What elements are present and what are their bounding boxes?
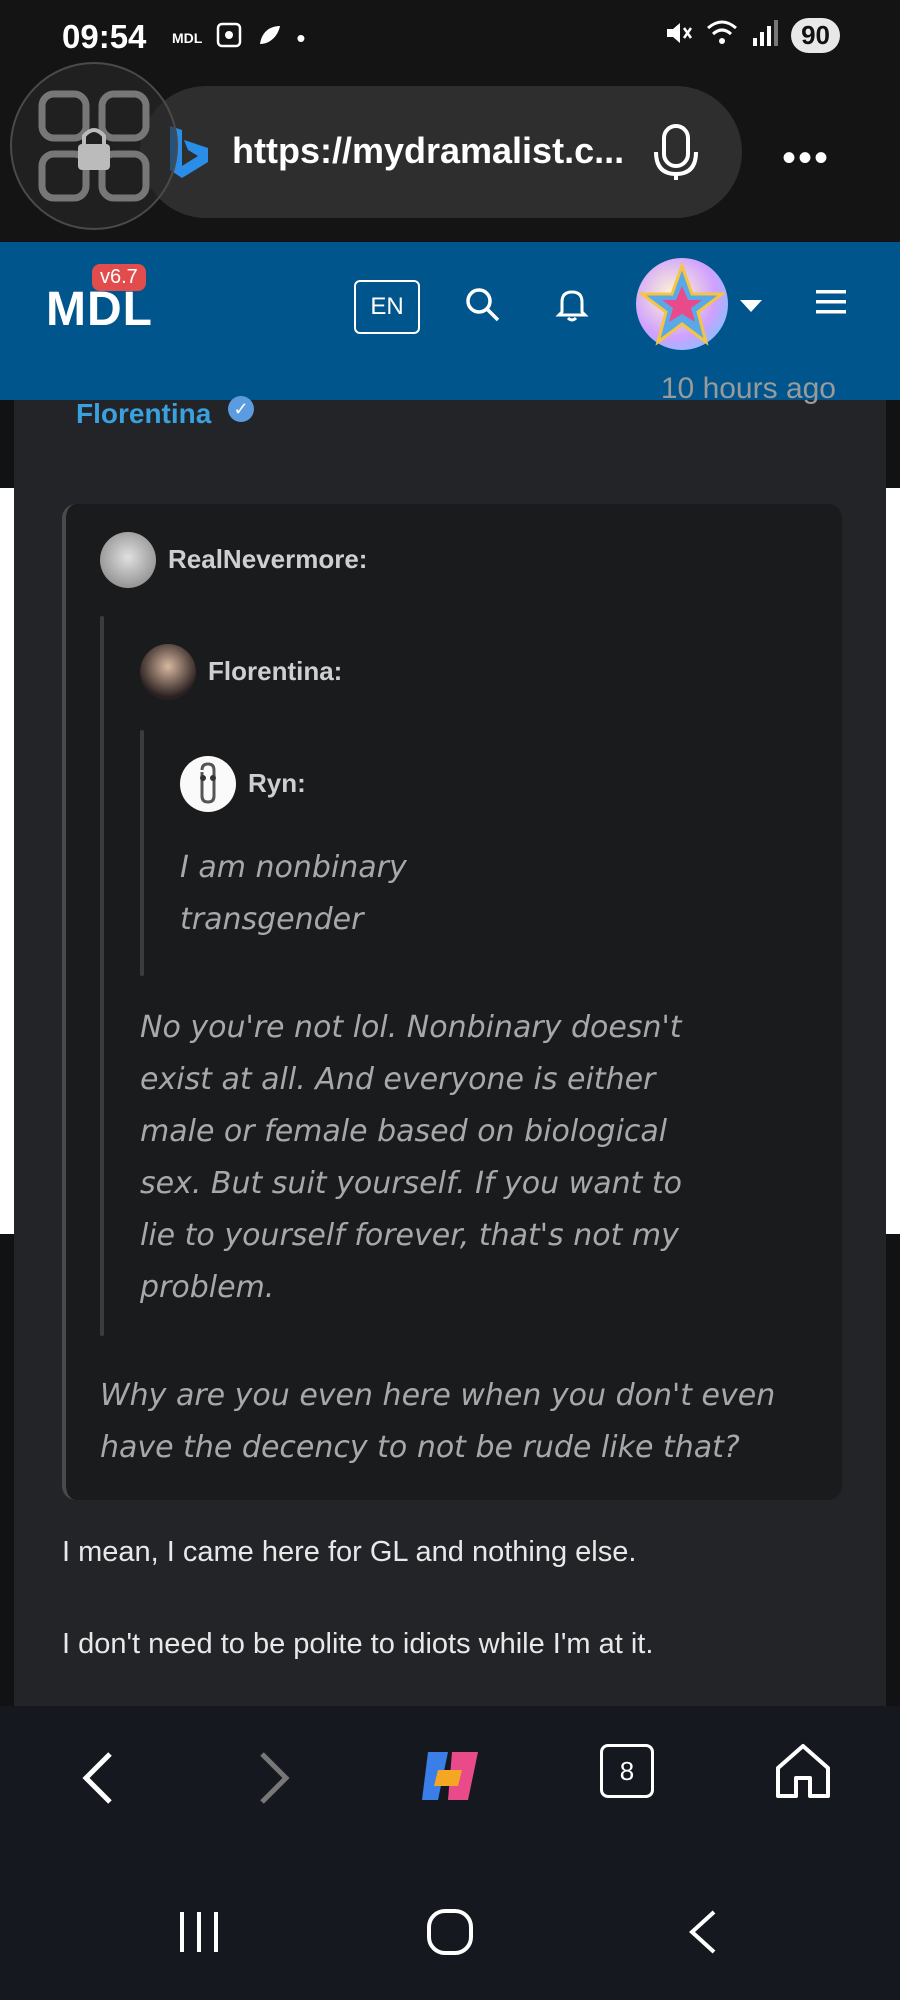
comment-author[interactable]: Florentina (76, 398, 211, 430)
quote-text: transgender (180, 902, 364, 937)
comment-body: I don't need to be polite to idiots whil… (62, 1628, 654, 1660)
microphone-icon[interactable] (650, 122, 702, 187)
home-icon[interactable] (774, 1742, 832, 1805)
copilot-icon[interactable] (418, 1746, 482, 1811)
quote-text: Why are you even here when you don't eve… (100, 1378, 776, 1413)
mute-icon (663, 18, 693, 53)
quote-block: RealNevermore: Florentina: Ryn: I am non… (62, 504, 842, 1500)
quote-text: have the decency to not be rude like tha… (100, 1430, 740, 1465)
system-back-icon[interactable] (686, 1908, 718, 1961)
quote-author: Ryn: (248, 768, 306, 798)
user-avatar[interactable] (636, 258, 728, 350)
tabs-button[interactable]: 8 (600, 1744, 654, 1798)
chevron-down-icon[interactable] (740, 300, 762, 312)
mdl-notification-icon: MDL (172, 30, 203, 46)
quote-text: I am nonbinary (180, 850, 407, 885)
wifi-icon (705, 18, 739, 53)
quote-text: lie to yourself forever, that's not my (140, 1218, 679, 1253)
address-bar[interactable]: https://mydramalist.c... (140, 86, 742, 218)
search-icon[interactable] (462, 284, 502, 329)
battery-indicator: 90 (791, 18, 840, 53)
version-badge: v6.7 (92, 264, 146, 291)
browser-bottom-nav: 8 (0, 1706, 900, 1856)
comment-card: Florentina ✓ 10 hours ago RealNevermore:… (14, 372, 886, 1706)
home-button-icon[interactable] (426, 1908, 474, 1961)
screenshot-icon (216, 22, 242, 54)
status-time: 09:54 (62, 18, 147, 55)
page-edge-left (0, 488, 14, 1234)
system-navigation (0, 1856, 900, 2000)
quote-border (100, 616, 104, 1336)
page-edge-right (886, 488, 900, 1234)
avatar[interactable] (100, 532, 156, 588)
recent-apps-icon[interactable] (176, 1910, 222, 1959)
url-text[interactable]: https://mydramalist.c... (232, 130, 624, 172)
app-lock-overlay-icon[interactable] (10, 62, 178, 230)
quote-text: problem. (140, 1270, 275, 1305)
forward-icon[interactable] (256, 1750, 292, 1811)
verified-check-icon: ✓ (228, 396, 254, 422)
comment-body: I mean, I came here for GL and nothing e… (62, 1536, 637, 1568)
back-icon[interactable] (80, 1750, 116, 1811)
quote-author: RealNevermore: (168, 544, 368, 574)
quote-text: exist at all. And everyone is either (140, 1062, 656, 1097)
quote-text: No you're not lol. Nonbinary doesn't (140, 1010, 682, 1045)
language-button[interactable]: EN (354, 280, 420, 334)
dot-icon: • (296, 22, 306, 53)
quote-border (140, 730, 144, 976)
quote-text: male or female based on biological (140, 1114, 668, 1149)
comment-time: 10 hours ago (660, 372, 836, 405)
avatar[interactable] (180, 756, 236, 812)
bell-icon[interactable] (552, 284, 592, 329)
hamburger-menu-icon[interactable] (814, 286, 848, 323)
signal-icon (751, 18, 779, 53)
status-right-icons: 90 (663, 18, 840, 53)
leaf-icon (256, 22, 282, 54)
more-options-icon[interactable]: ••• (782, 136, 830, 181)
paperclip-icon (200, 762, 216, 804)
quote-text: sex. But suit yourself. If you want to (140, 1166, 683, 1201)
avatar[interactable] (140, 644, 196, 700)
quote-author: Florentina: (208, 656, 343, 686)
status-notification-icons: MDL • (172, 22, 305, 54)
